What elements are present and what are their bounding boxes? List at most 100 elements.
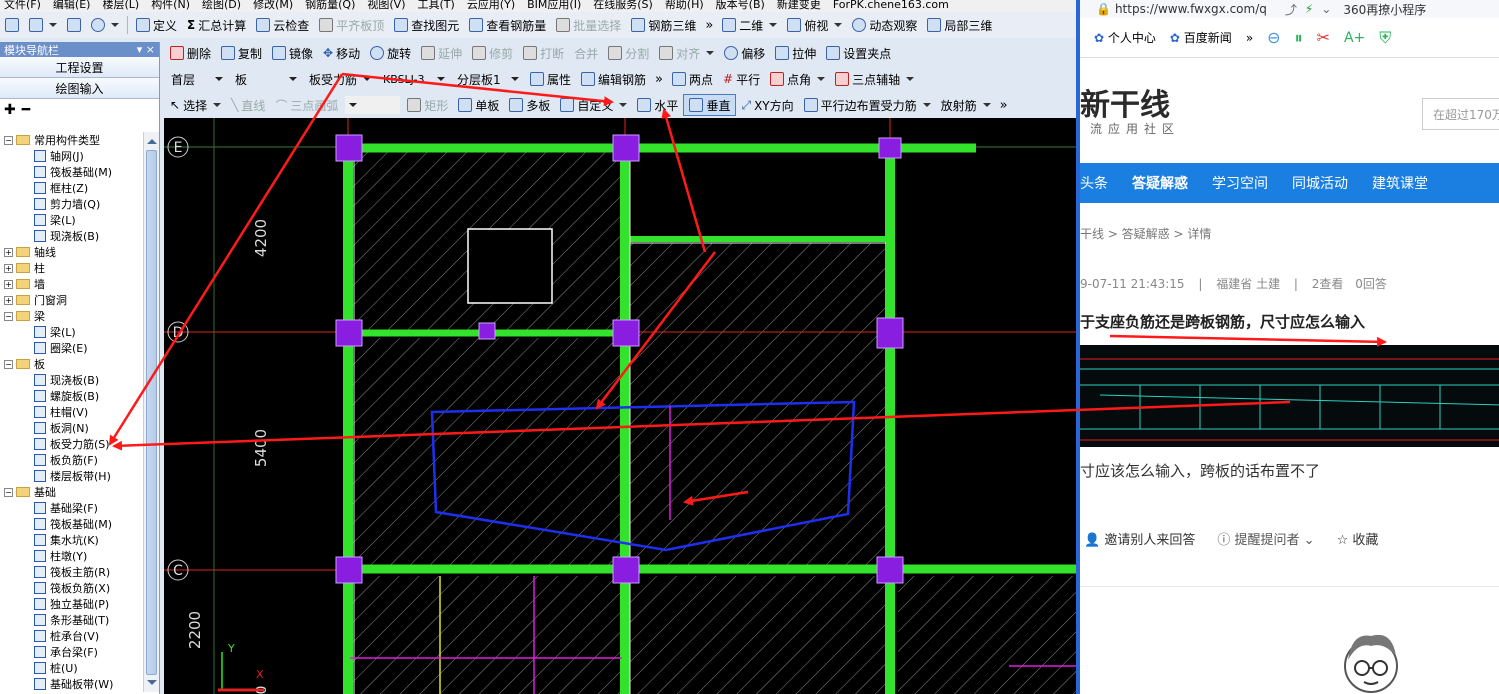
radial-dropdown[interactable]: 放射筋 — [936, 94, 996, 116]
column[interactable] — [335, 319, 363, 347]
tree-item[interactable]: 基础梁(F) — [0, 500, 142, 516]
define-button[interactable]: 定义 — [131, 14, 182, 36]
open-file-button[interactable] — [24, 14, 62, 36]
tree-item[interactable]: 板洞(N) — [0, 420, 142, 436]
select-dropdown[interactable]: ↖ 选择 — [165, 94, 226, 116]
view-2d-dropdown[interactable]: 二维 — [717, 14, 782, 36]
new-file-button[interactable] — [0, 14, 24, 36]
menu-help[interactable]: 帮助(H) — [665, 0, 704, 10]
move-button[interactable]: ✥ 移动 — [318, 42, 365, 64]
element-subtype-select[interactable]: 板受力筋 — [305, 70, 375, 88]
batch-select-button[interactable]: 批量选择 — [551, 14, 626, 36]
arc-mode-select[interactable] — [345, 96, 401, 114]
drawing-canvas[interactable]: E D C 4200 5400 2200 0 Y X — [164, 118, 1076, 694]
remind-asker-button[interactable]: ⓘ 提醒提问者 ⌄ — [1217, 529, 1314, 548]
merge-button[interactable]: 合并 — [569, 42, 603, 64]
vertical-button[interactable]: 垂直 — [683, 94, 737, 116]
offset-button[interactable]: 偏移 — [719, 42, 770, 64]
nav-local-events[interactable]: 同城活动 — [1292, 173, 1348, 193]
properties-button[interactable]: 属性 — [525, 68, 576, 90]
rotate-button[interactable]: 旋转 — [365, 42, 416, 64]
stretch-button[interactable]: 拉伸 — [770, 42, 821, 64]
menu-version[interactable]: 版本号(B) — [716, 0, 765, 10]
tree-item[interactable]: 梁(L) — [0, 212, 142, 228]
drawing-input-button[interactable]: 绘图输入 — [0, 78, 159, 99]
tree-item[interactable]: 板受力筋(S) — [0, 436, 142, 452]
bookmark-more[interactable]: » — [1246, 31, 1253, 45]
column[interactable] — [876, 556, 904, 584]
tree-item[interactable]: 螺旋板(B) — [0, 388, 142, 404]
question-image[interactable] — [1080, 345, 1499, 447]
flash-icon[interactable]: ⚡ — [1305, 2, 1313, 16]
tree-folder[interactable]: + 柱 — [0, 260, 142, 276]
favorite-button[interactable]: ☆ 收藏 — [1337, 529, 1379, 548]
pause-icon[interactable]: ⏸ — [1295, 28, 1303, 48]
tree-folder[interactable]: − 常用构件类型 — [0, 132, 142, 148]
slab-opening[interactable] — [467, 228, 553, 304]
site-search-input[interactable]: 在超过170万 — [1422, 98, 1499, 130]
nav-qa[interactable]: 答疑解惑 — [1132, 173, 1188, 193]
menu-account[interactable]: ForPK.chene163.com — [833, 0, 949, 10]
horizontal-button[interactable]: 水平 — [632, 94, 683, 116]
top-view-dropdown[interactable]: 俯视 — [782, 14, 847, 36]
column[interactable] — [478, 322, 496, 340]
tree-item[interactable]: 梁(L) — [0, 324, 142, 340]
tree-item[interactable]: 现浇板(B) — [0, 228, 142, 244]
bookmark-personal[interactable]: ✿ 个人中心 — [1094, 29, 1156, 46]
set-grip-button[interactable]: 设置夹点 — [821, 42, 896, 64]
collapse-icon[interactable]: − — [4, 311, 13, 321]
invite-answer-button[interactable]: 👤 邀请别人来回答 — [1084, 529, 1195, 548]
sum-calc-button[interactable]: Σ 汇总计算 — [182, 14, 251, 36]
scroll-thumb[interactable] — [146, 150, 157, 675]
element-code-select[interactable]: KBSLJ-3 — [379, 70, 449, 88]
expand-icon[interactable]: + — [4, 263, 13, 273]
tree-folder[interactable]: − 基础 — [0, 484, 142, 500]
dynamic-view-button[interactable]: 动态观察 — [847, 14, 922, 36]
rebar-3d-button[interactable]: 钢筋三维 — [626, 14, 701, 36]
menu-rebar-qty[interactable]: 钢筋量(Q) — [305, 0, 355, 10]
toolbar-overflow-chevron[interactable]: » — [701, 18, 717, 33]
xy-direction-button[interactable]: ⤢ XY方向 — [736, 94, 798, 116]
menu-draw[interactable]: 绘图(D) — [202, 0, 241, 10]
site-logo[interactable]: 新干线 — [1080, 80, 1170, 124]
point-angle-dropdown[interactable]: 点角 — [765, 68, 830, 90]
tree-folder[interactable]: + 轴线 — [0, 244, 142, 260]
parallel-button[interactable]: # 平行 — [718, 68, 765, 90]
bookmark-baidu-news[interactable]: ✿ 百度新闻 — [1170, 29, 1232, 46]
tree-item[interactable]: 现浇板(B) — [0, 372, 142, 388]
tree-item[interactable]: 板负筋(F) — [0, 452, 142, 468]
tree-item[interactable]: 筏板主筋(R) — [0, 564, 142, 580]
tree-folder[interactable]: + 墙 — [0, 276, 142, 292]
address-bar[interactable]: 🔒 https://www.fwxgx.com/q ⤴ ⚡ ⌄ 360再撩小程序 — [1080, 0, 1499, 18]
collapse-icon[interactable]: − — [4, 487, 13, 497]
column[interactable] — [612, 556, 640, 584]
tree-item[interactable]: 轴网(J) — [0, 148, 142, 164]
layer-select[interactable]: 分层板1 — [453, 70, 523, 88]
menu-floor[interactable]: 楼层(L) — [102, 0, 139, 10]
break-button[interactable]: 打断 — [518, 42, 569, 64]
column[interactable] — [612, 319, 640, 347]
tree-item[interactable]: 筏板基础(M) — [0, 164, 142, 180]
expand-icon[interactable]: + — [4, 279, 13, 289]
tree-item[interactable]: 桩(U) — [0, 660, 142, 676]
two-points-button[interactable]: 两点 — [667, 68, 718, 90]
tree-item[interactable]: 剪力墙(Q) — [0, 196, 142, 212]
tree-item[interactable]: 柱墩(Y) — [0, 548, 142, 564]
tree-item[interactable]: 基础板带(W) — [0, 676, 142, 692]
tree-item[interactable]: 筏板基础(M) — [0, 516, 142, 532]
view-rebar-qty-button[interactable]: 查看钢筋量 — [464, 14, 551, 36]
multi-slab-button[interactable]: 多板 — [504, 94, 555, 116]
save-button[interactable] — [62, 14, 86, 36]
local-3d-button[interactable]: 局部三维 — [922, 14, 997, 36]
custom-dropdown[interactable]: 自定义 — [555, 94, 632, 116]
minus-icon[interactable]: ⊖ — [1267, 28, 1280, 47]
column[interactable] — [876, 317, 904, 349]
column[interactable] — [612, 134, 640, 162]
trim-button[interactable]: 修剪 — [467, 42, 518, 64]
menu-online[interactable]: 在线服务(S) — [593, 0, 653, 10]
collapse-icon[interactable]: − — [4, 359, 13, 369]
collapse-all-icon[interactable]: ━ — [22, 102, 30, 118]
project-settings-button[interactable]: 工程设置 — [0, 57, 159, 78]
flat-top-button[interactable]: 平齐板顶 — [314, 14, 389, 36]
parallel-edge-dropdown[interactable]: 平行边布置受力筋 — [799, 94, 936, 116]
